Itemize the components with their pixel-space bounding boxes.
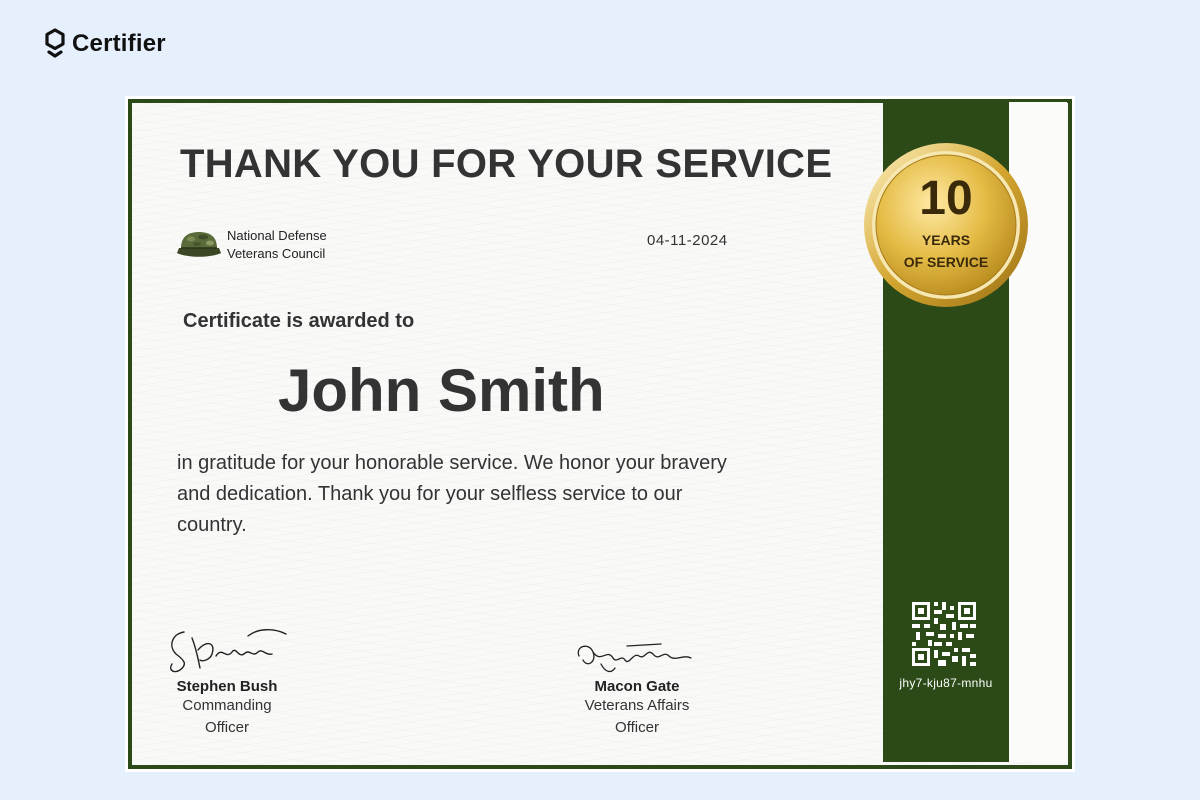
organization: National Defense Veterans Council <box>177 227 327 263</box>
organization-name-line2: Veterans Council <box>227 246 326 261</box>
certificate-message: in gratitude for your honorable service.… <box>177 452 727 536</box>
brand-header: Certifier <box>44 28 166 60</box>
signatory-role-1-line1: Commanding <box>182 697 272 714</box>
qr-code-icon[interactable] <box>912 602 976 666</box>
awarded-label: Certificate is awarded to <box>183 310 415 332</box>
recipient-name: John Smith <box>278 357 605 424</box>
certifier-logo-icon <box>45 28 65 58</box>
signatory-name-1: Stephen Bush <box>176 678 278 695</box>
organization-name-line1: National Defense <box>227 228 327 243</box>
issue-date: 04-11-2024 <box>647 232 728 249</box>
signatory-role-2-line2: Officer <box>615 719 659 736</box>
verification-code[interactable]: jhy7-kju87-mnhu <box>883 676 1009 690</box>
military-cap-icon <box>177 232 221 257</box>
signatory-name-2: Macon Gate <box>594 678 680 695</box>
brand-name: Certifier <box>72 30 166 57</box>
signatory-role-1-line2: Officer <box>205 719 249 736</box>
signature-1 <box>170 629 287 673</box>
signature-block-1: Stephen Bush Commanding Officer <box>137 624 317 739</box>
signature-block-2: Macon Gate Veterans Affairs Officer <box>547 634 727 739</box>
seal-number: 10 <box>919 172 973 225</box>
certificate: THANK YOU FOR YOUR SERVICE National Defe… <box>125 96 1075 772</box>
certificate-title: THANK YOU FOR YOUR SERVICE <box>180 142 833 186</box>
seal-label-of-service: OF SERVICE <box>903 254 989 270</box>
years-of-service-seal: 10 YEARS OF SERVICE <box>861 140 1031 310</box>
seal-label-years: YEARS <box>921 232 971 248</box>
signature-2 <box>577 643 692 673</box>
signatory-role-2-line1: Veterans Affairs <box>584 697 690 714</box>
